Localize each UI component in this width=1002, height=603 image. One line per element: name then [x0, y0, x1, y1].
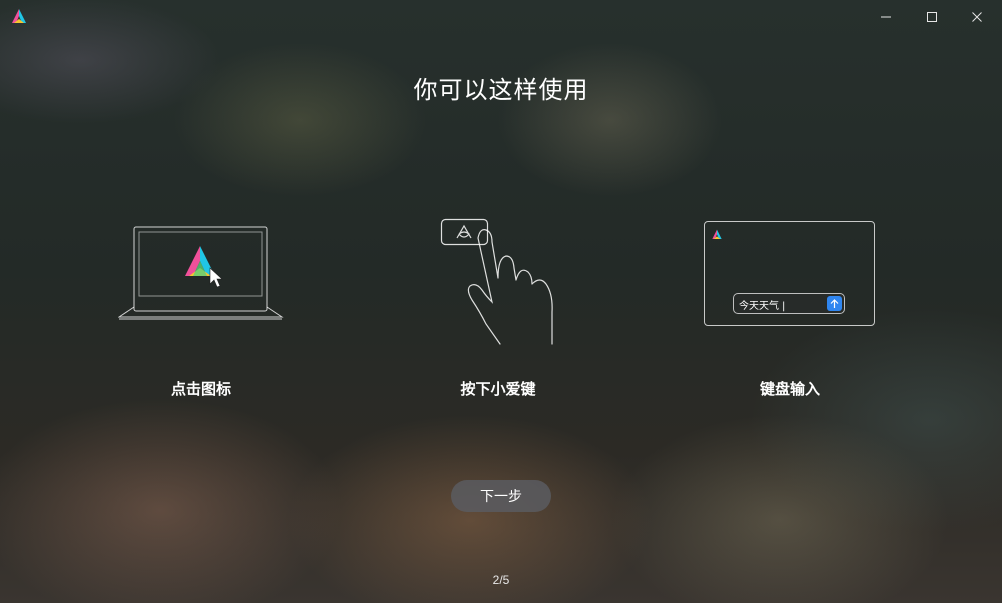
method-label-press-key: 按下小爱键	[460, 380, 536, 398]
laptop-with-logo-icon	[117, 226, 284, 322]
app-logo-icon	[10, 8, 28, 26]
send-arrow-icon	[827, 296, 842, 311]
close-icon[interactable]	[964, 6, 990, 28]
app-logo-icon	[711, 226, 723, 239]
next-step-button[interactable]: 下一步	[451, 480, 551, 512]
page-title: 你可以这样使用	[413, 76, 589, 104]
demo-input-text: 今天天气 |	[739, 301, 786, 312]
maximize-icon[interactable]	[919, 6, 945, 28]
minimize-icon[interactable]	[873, 6, 899, 28]
finger-pressing-key-icon	[440, 218, 556, 346]
page-indicator: 2/5	[492, 573, 510, 587]
method-label-keyboard-input: 键盘输入	[759, 380, 820, 398]
method-label-click-icon: 点击图标	[170, 380, 231, 398]
